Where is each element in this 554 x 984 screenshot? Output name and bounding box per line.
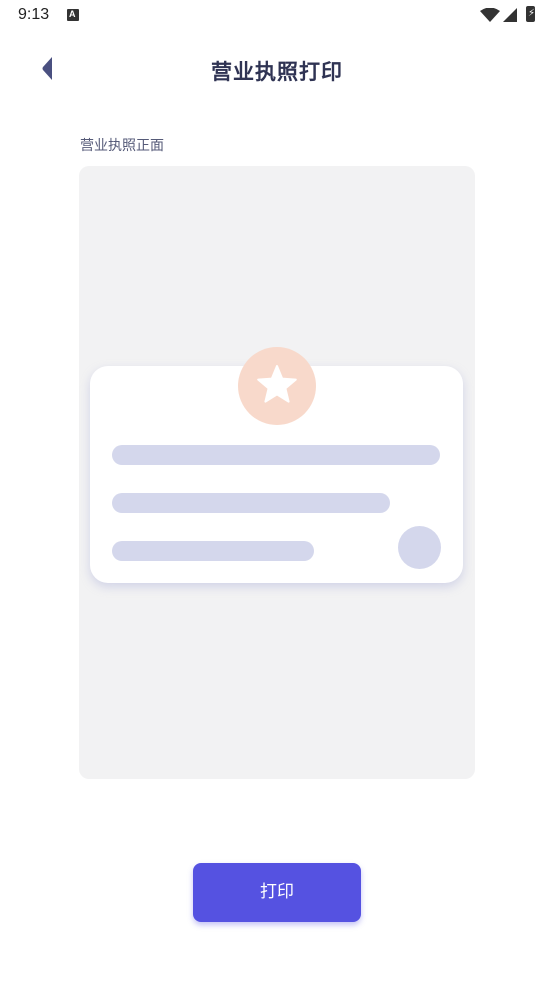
placeholder-line-2 <box>112 493 390 513</box>
placeholder-line-1 <box>112 445 440 465</box>
page-title: 营业执照打印 <box>211 60 343 84</box>
nav-bar: 营业执照打印 <box>0 40 554 100</box>
status-time: 9:13 <box>18 6 50 23</box>
notification-a-icon: A <box>67 9 79 21</box>
placeholder-dot <box>398 526 441 569</box>
print-button[interactable]: 打印 <box>193 863 361 922</box>
placeholder-line-3 <box>112 541 314 561</box>
badge-circle <box>238 347 316 425</box>
status-bar: 9:13 A ⚡ <box>0 0 554 32</box>
star-icon <box>257 365 297 403</box>
section-label: 营业执照正面 <box>80 138 164 154</box>
battery-charging-glyph: ⚡ <box>528 8 536 19</box>
battery-icon: ⚡ <box>526 6 535 22</box>
wifi-icon <box>480 8 500 22</box>
license-front-upload-area[interactable] <box>79 166 475 779</box>
signal-icon <box>503 8 517 22</box>
license-card-illustration <box>90 347 463 583</box>
